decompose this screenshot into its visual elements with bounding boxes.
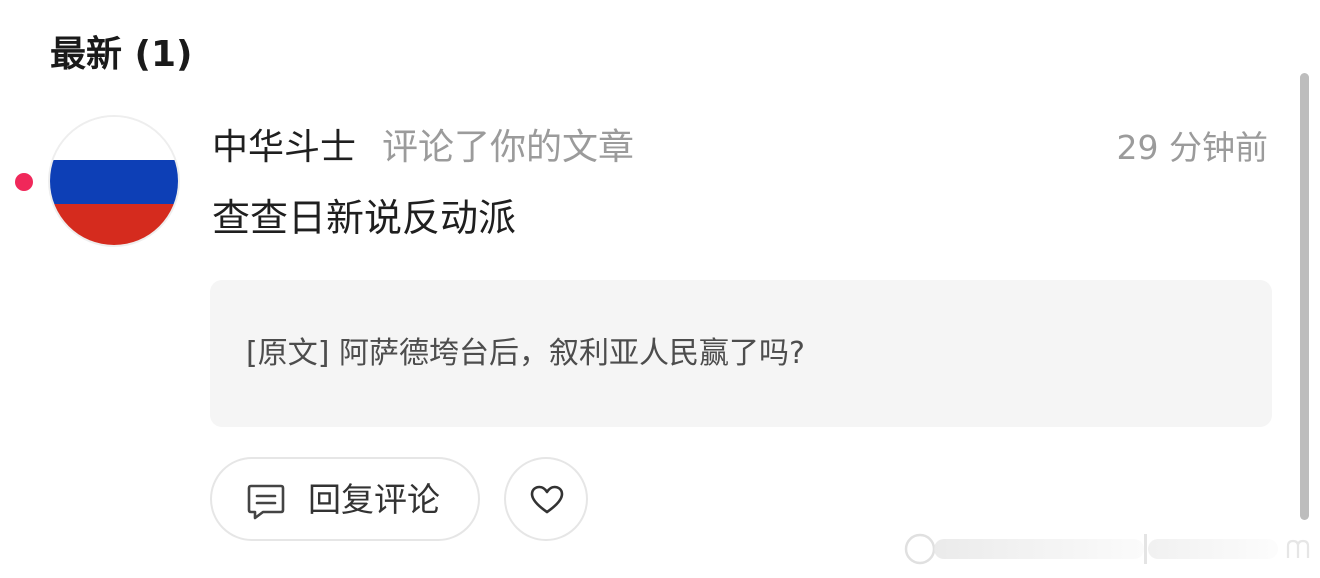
comment-icon (247, 484, 285, 520)
scrollbar[interactable] (1300, 73, 1309, 520)
heart-icon (530, 485, 564, 514)
like-button[interactable] (504, 457, 588, 541)
username[interactable]: 中华斗士 (212, 127, 356, 168)
russian-flag-avatar-icon (50, 117, 178, 245)
avatar[interactable] (48, 115, 180, 247)
reply-comment-button[interactable]: 回复评论 (210, 457, 480, 541)
original-article-text: [原文] 阿萨德垮台后，叙利亚人民赢了吗? (246, 336, 805, 371)
watermark-logo (904, 533, 1310, 565)
comment-text: 查查日新说反动派 (212, 196, 517, 240)
timestamp: 29 分钟前 (1116, 128, 1268, 167)
unread-dot (15, 173, 33, 191)
action-text: 评论了你的文章 (382, 127, 635, 168)
comment-header: 中华斗士 评论了你的文章 29 分钟前 (212, 122, 1268, 174)
original-article-card[interactable]: [原文] 阿萨德垮台后，叙利亚人民赢了吗? (210, 280, 1272, 427)
reply-comment-label: 回复评论 (308, 480, 440, 519)
section-title: 最新 (1) (50, 34, 193, 75)
